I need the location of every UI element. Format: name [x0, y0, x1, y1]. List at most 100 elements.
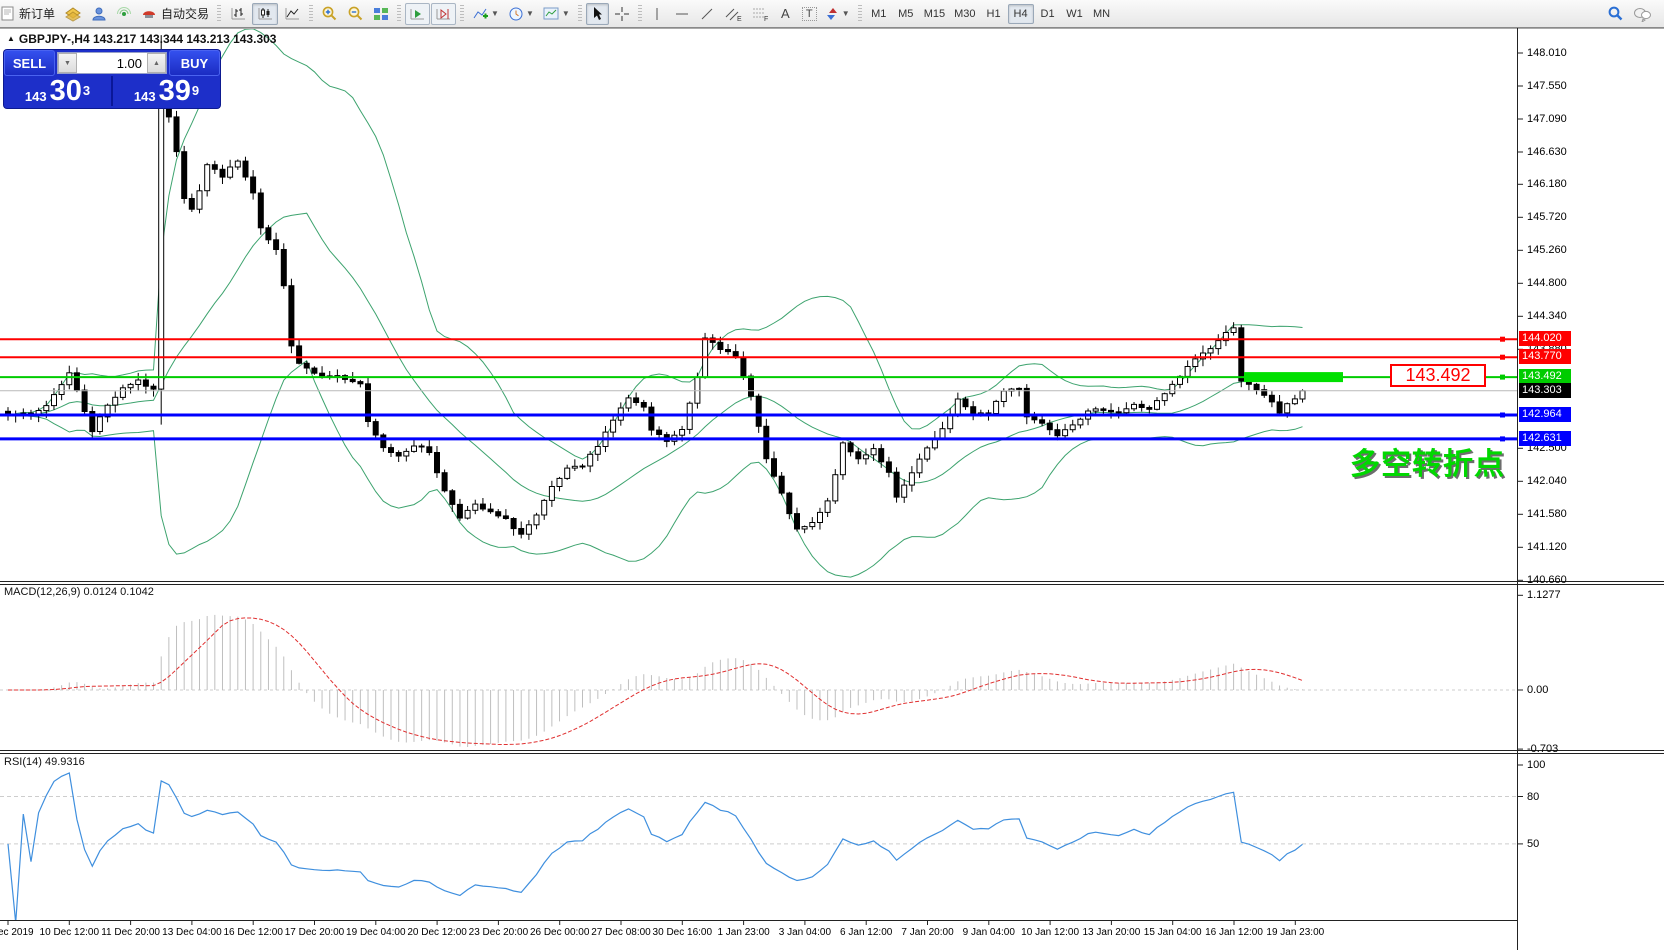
fibonacci-button[interactable]: F — [747, 3, 773, 25]
chart-shift-button[interactable] — [431, 3, 456, 25]
sell-pips: 30 — [50, 78, 82, 105]
time-label: 17 Dec 20:00 — [285, 927, 345, 938]
price-tick: 141.580 — [1527, 508, 1567, 520]
cursor-button[interactable] — [586, 3, 609, 25]
sell-pipette: 3 — [83, 76, 90, 106]
collapse-arrow-icon[interactable]: ▲ — [7, 34, 15, 43]
sell-big-figure: 143 — [25, 88, 47, 105]
chevron-down-icon: ▼ — [562, 9, 570, 18]
volume-input[interactable] — [77, 53, 147, 73]
chart-shift-icon — [435, 6, 452, 22]
timeframe-D1[interactable]: D1 — [1035, 4, 1061, 24]
tile-windows-button[interactable] — [369, 3, 393, 25]
arrows-tool-button[interactable]: ▼ — [822, 3, 854, 25]
rsi-layer — [8, 773, 1303, 923]
timeframe-M1[interactable]: M1 — [866, 4, 892, 24]
time-label: 9 Dec 2019 — [0, 927, 34, 938]
layers-button[interactable] — [60, 3, 86, 25]
main-toolbar: 新订单 自动交易 — [0, 0, 1664, 28]
search-button[interactable] — [1603, 3, 1628, 25]
zoom-out-icon — [347, 5, 364, 22]
chat-icon — [1633, 6, 1652, 22]
macd-tick: 1.1277 — [1527, 589, 1561, 601]
tile-windows-icon — [373, 6, 389, 22]
symbol-title-text: GBPJPY-,H4 143.217 143.344 143.213 143.3… — [19, 32, 277, 46]
macd-layer — [8, 615, 1303, 747]
macd-tick: -0.703 — [1527, 743, 1558, 755]
chat-button[interactable] — [1629, 3, 1656, 25]
sell-button[interactable]: SELL — [4, 50, 55, 76]
horizontal-line-icon — [674, 6, 690, 22]
line-chart-button[interactable] — [279, 3, 305, 25]
symbol-title: ▲ GBPJPY-,H4 143.217 143.344 143.213 143.… — [7, 32, 276, 46]
timeframe-M30[interactable]: M30 — [950, 4, 979, 24]
horizontal-line-button[interactable] — [670, 3, 694, 25]
signal-button[interactable] — [112, 3, 136, 25]
chart-canvas[interactable] — [0, 28, 1664, 950]
crosshair-icon — [614, 6, 630, 22]
chevron-down-icon: ▼ — [491, 9, 499, 18]
vertical-line-button[interactable] — [646, 3, 669, 25]
sell-price[interactable]: 143 30 3 — [4, 76, 111, 106]
auto-scroll-button[interactable] — [405, 3, 430, 25]
time-label: 16 Dec 12:00 — [223, 927, 283, 938]
level-callout-box[interactable]: 143.492 — [1390, 364, 1486, 387]
gold-layers-icon — [64, 6, 82, 22]
time-label: 15 Jan 04:00 — [1144, 927, 1202, 938]
time-label: 26 Dec 00:00 — [530, 927, 590, 938]
chevron-down-icon: ▼ — [842, 9, 850, 18]
bar-chart-button[interactable] — [225, 3, 251, 25]
zoom-out-button[interactable] — [343, 3, 368, 25]
timeframe-M5[interactable]: M5 — [893, 4, 919, 24]
auto-trading-label: 自动交易 — [161, 5, 209, 22]
fibonacci-icon: F — [751, 6, 769, 22]
timeframe-M15[interactable]: M15 — [920, 4, 949, 24]
candles-layer — [6, 35, 1306, 540]
timeframe-W1[interactable]: W1 — [1062, 4, 1088, 24]
rsi-tick: 100 — [1527, 759, 1545, 771]
bar-chart-icon — [229, 6, 247, 22]
text-tool-button[interactable]: A — [774, 3, 797, 25]
toolbar-grip — [309, 5, 313, 23]
trendline-button[interactable] — [695, 3, 719, 25]
macd-label: MACD(12,26,9) 0.0124 0.1042 — [4, 586, 154, 598]
buy-price[interactable]: 143 39 9 — [111, 76, 220, 106]
crosshair-button[interactable] — [610, 3, 634, 25]
periods-button[interactable]: ▼ — [504, 3, 538, 25]
turning-point-annotation: 多空转折点 — [1350, 439, 1505, 483]
line-chart-icon — [283, 6, 301, 22]
profile-button[interactable] — [87, 3, 111, 25]
indicators-button[interactable]: ▼ — [468, 3, 503, 25]
volume-up-button[interactable]: ▲ — [147, 53, 166, 73]
time-label: 16 Jan 12:00 — [1205, 927, 1263, 938]
time-label: 30 Dec 16:00 — [653, 927, 713, 938]
time-label: 6 Jan 12:00 — [840, 927, 892, 938]
equidistant-channel-button[interactable]: E — [720, 3, 746, 25]
buy-big-figure: 143 — [134, 88, 156, 105]
candlestick-chart-button[interactable] — [252, 3, 278, 25]
auto-trading-button[interactable]: 自动交易 — [137, 3, 213, 25]
new-order-label: 新订单 — [19, 5, 55, 22]
timeframe-H4[interactable]: H4 — [1008, 4, 1034, 24]
rsi-tick: 80 — [1527, 791, 1539, 803]
templates-button[interactable]: ▼ — [539, 3, 574, 25]
auto-scroll-icon — [409, 6, 426, 22]
time-label: 11 Dec 20:00 — [101, 927, 160, 938]
volume-down-button[interactable]: ▼ — [58, 53, 77, 73]
price-level-label: 143.303 — [1519, 383, 1571, 398]
timeframe-group: M1M5M15M30H1H4D1W1MN — [866, 4, 1115, 24]
buy-button[interactable]: BUY — [169, 50, 220, 76]
text-label-tool-button[interactable]: T — [798, 3, 821, 25]
toolbar-grip — [217, 5, 221, 23]
price-tick: 148.010 — [1527, 47, 1567, 59]
timeframe-H1[interactable]: H1 — [981, 4, 1007, 24]
time-label: 13 Jan 20:00 — [1082, 927, 1140, 938]
price-tick: 144.800 — [1527, 277, 1567, 289]
new-order-button[interactable]: 新订单 — [0, 3, 59, 25]
chart-window: 148.010147.550147.090146.630146.180145.7… — [0, 28, 1664, 950]
one-click-trade-panel: SELL ▼ ▲ BUY 143 30 3 143 39 9 — [4, 50, 220, 108]
toolbar-grip — [460, 5, 464, 23]
price-tick: 147.550 — [1527, 80, 1567, 92]
zoom-in-button[interactable] — [317, 3, 342, 25]
timeframe-MN[interactable]: MN — [1089, 4, 1115, 24]
